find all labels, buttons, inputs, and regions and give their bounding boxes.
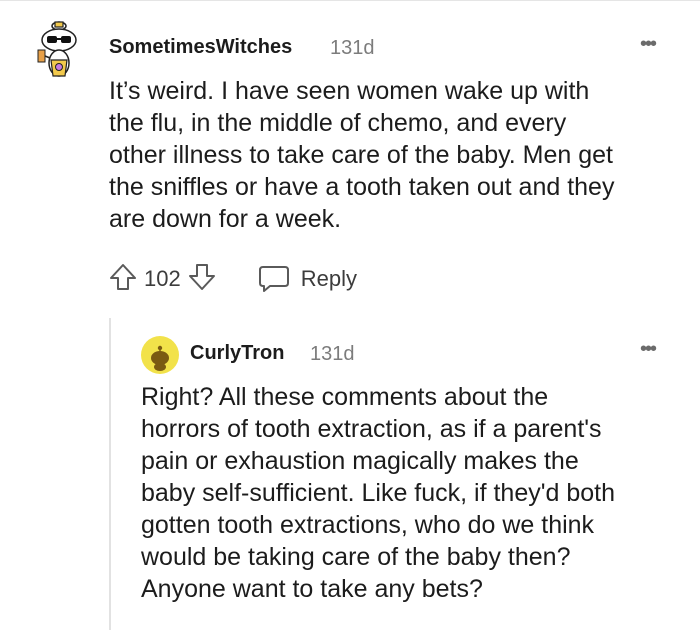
upvote-icon (110, 263, 136, 290)
reply-body: Right? All these comments about the horr… (141, 381, 681, 605)
reply-label: Reply (300, 266, 357, 291)
reply-bubble-icon (258, 266, 289, 292)
more-options-icon[interactable]: ••• (640, 33, 657, 56)
reply-line: Right? All these comments about the (141, 383, 549, 411)
comment-actions: 102 Reply (108, 262, 357, 296)
comment-line: It’s weird. I have seen women wake up wi… (109, 77, 590, 105)
comment-line: are down for a week. (109, 205, 342, 233)
comment-body: It’s weird. I have seen women wake up wi… (109, 75, 679, 235)
reply-username[interactable]: CurlyTron (190, 342, 284, 365)
reply-more-options-icon[interactable]: ••• (640, 338, 657, 361)
comment-line: other illness to take care of the baby. … (109, 141, 613, 169)
downvote-icon (188, 263, 215, 290)
user-avatar[interactable] (34, 20, 84, 82)
thread-line[interactable] (109, 318, 111, 630)
vote-count: 102 (144, 266, 181, 291)
reply-button[interactable]: Reply (257, 264, 357, 294)
reply-line: pain or exhaustion magically makes the (141, 447, 579, 475)
reply-line: Anyone want to take any bets? (141, 575, 483, 603)
reply-line: gotten tooth extractions, who do we thin… (141, 511, 595, 539)
reply-user-avatar[interactable] (141, 336, 179, 374)
upvote-button[interactable] (108, 262, 138, 297)
comment-age: 131d (330, 37, 375, 59)
reply-line: would be taking care of the baby then? (141, 543, 571, 571)
comment-line: the sniffles or have a tooth taken out a… (109, 173, 615, 201)
downvote-button[interactable] (187, 262, 217, 297)
snoo-avatar-icon (141, 336, 179, 374)
comment-username[interactable]: SometimesWitches (109, 36, 292, 59)
snoo-avatar-icon (37, 21, 77, 77)
reply-age: 131d (310, 343, 355, 365)
comment-line: the flu, in the middle of chemo, and eve… (109, 109, 567, 137)
top-divider (0, 0, 700, 1)
reply-line: baby self-sufficient. Like fuck, if they… (141, 479, 616, 507)
reply-line: horrors of tooth extraction, as if a par… (141, 415, 602, 443)
